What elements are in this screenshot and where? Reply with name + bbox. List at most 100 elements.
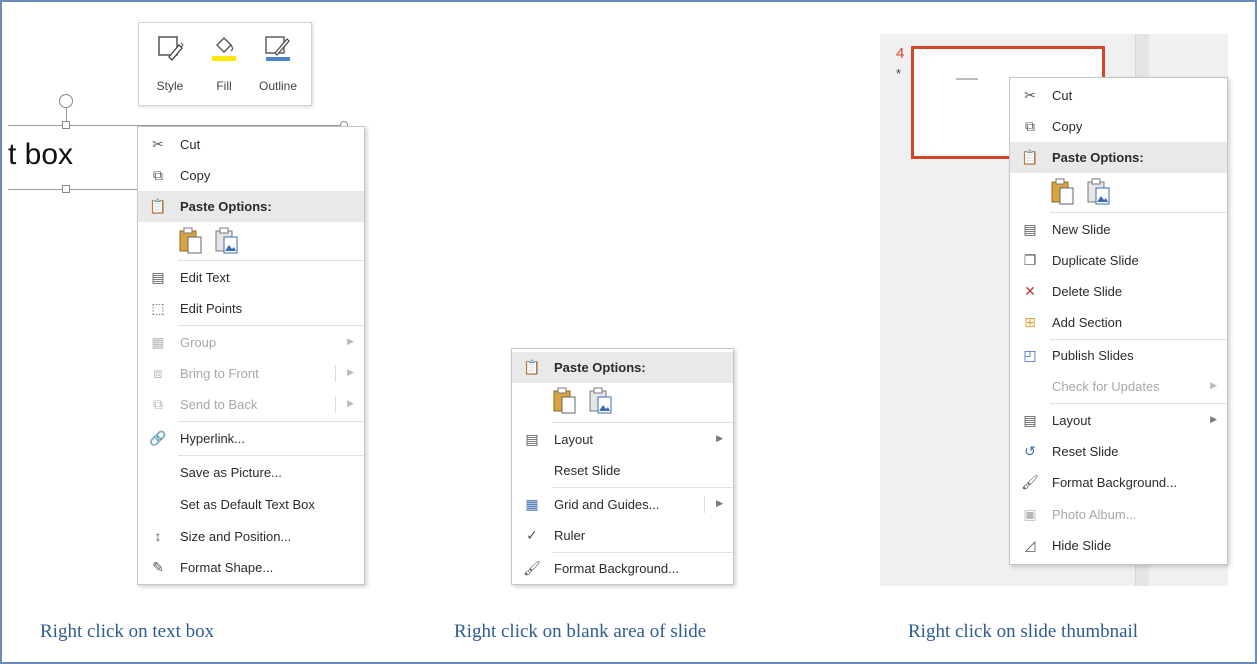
paste-picture-icon[interactable] xyxy=(1086,178,1112,206)
reset-slide-icon: ↺ xyxy=(1024,443,1036,459)
paste-options-header: 📋 Paste Options: xyxy=(512,352,733,383)
paste-picture-icon[interactable] xyxy=(588,387,614,415)
publish-slides-label: Publish Slides xyxy=(1052,348,1134,363)
split-divider xyxy=(335,396,336,413)
menu-item-cut[interactable]: ✂ Cut xyxy=(1010,80,1227,111)
clipboard-icon: 📋 xyxy=(1021,149,1039,165)
paste-options-label: Paste Options: xyxy=(180,199,272,214)
menu-item-send-to-back: ⧉ Send to Back ▶ xyxy=(138,389,364,420)
menu-item-delete-slide[interactable]: ✕ Delete Slide xyxy=(1010,276,1227,307)
submenu-arrow-icon: ▶ xyxy=(347,336,354,346)
style-button[interactable]: Style xyxy=(145,29,195,101)
menu-separator xyxy=(178,260,364,261)
size-position-label: Size and Position... xyxy=(180,529,292,544)
menu-separator xyxy=(178,421,364,422)
menu-item-hyperlink[interactable]: 🔗 Hyperlink... xyxy=(138,423,364,454)
paste-options-header: 📋 Paste Options: xyxy=(1010,142,1227,173)
fill-button[interactable]: Fill xyxy=(199,29,249,101)
resize-handle-top[interactable] xyxy=(62,121,70,129)
context-menu-thumbnail: ✂ Cut ⧉ Copy 📋 Paste Options: ▤ New Slid… xyxy=(1009,77,1228,565)
copy-icon: ⧉ xyxy=(1025,118,1035,134)
paste-options-header: 📋 Paste Options: xyxy=(138,191,364,222)
rotation-handle-icon[interactable] xyxy=(59,94,73,108)
copy-label: Copy xyxy=(180,168,211,183)
menu-item-set-default[interactable]: Set as Default Text Box xyxy=(138,489,364,520)
format-background-label: Format Background... xyxy=(554,561,679,576)
context-menu-textbox: ✂ Cut ⧉ Copy 📋 Paste Options: ▤ Edit Tex… xyxy=(137,126,365,585)
grid-guides-label: Grid and Guides... xyxy=(554,497,660,512)
paste-keep-source-icon[interactable] xyxy=(552,387,578,415)
paste-options-row xyxy=(1050,174,1118,214)
menu-item-layout[interactable]: ▤ Layout ▶ xyxy=(1010,405,1227,436)
outline-button[interactable]: Outline xyxy=(253,29,303,101)
check-updates-label: Check for Updates xyxy=(1052,379,1160,394)
menu-item-check-updates: Check for Updates ▶ xyxy=(1010,371,1227,402)
bring-to-front-label: Bring to Front xyxy=(180,366,259,381)
caption-textbox: Right click on text box xyxy=(40,621,215,642)
submenu-arrow-icon: ▶ xyxy=(347,398,354,408)
edit-text-label: Edit Text xyxy=(180,270,230,285)
menu-item-grid-guides[interactable]: ▦ Grid and Guides... ▶ xyxy=(512,489,733,520)
menu-item-copy[interactable]: ⧉ Copy xyxy=(1010,111,1227,142)
duplicate-slide-label: Duplicate Slide xyxy=(1052,253,1139,268)
menu-item-reset-slide[interactable]: Reset Slide xyxy=(512,455,733,486)
format-background-icon: 🖌 xyxy=(523,560,541,576)
fill-label: Fill xyxy=(216,79,232,93)
menu-item-new-slide[interactable]: ▤ New Slide xyxy=(1010,214,1227,245)
caption-blank-area: Right click on blank area of slide xyxy=(454,621,707,642)
paste-options-label: Paste Options: xyxy=(554,360,646,375)
submenu-arrow-icon: ▶ xyxy=(716,498,723,508)
photo-album-icon: ▣ xyxy=(1023,506,1037,522)
group-icon: ▦ xyxy=(151,334,165,350)
shape-style-icon xyxy=(158,36,184,61)
menu-item-layout[interactable]: ▤ Layout ▶ xyxy=(512,424,733,455)
resize-handle-bottom[interactable] xyxy=(62,185,70,193)
menu-item-reset-slide[interactable]: ↺ Reset Slide xyxy=(1010,436,1227,467)
style-label: Style xyxy=(156,79,184,93)
delete-slide-label: Delete Slide xyxy=(1052,284,1123,299)
scissors-icon: ✂ xyxy=(152,136,164,152)
reset-slide-label: Reset Slide xyxy=(554,463,621,478)
pen-outline-icon xyxy=(265,36,290,61)
menu-item-copy[interactable]: ⧉ Copy xyxy=(138,160,364,191)
add-section-label: Add Section xyxy=(1052,315,1123,330)
send-to-back-icon: ⧉ xyxy=(153,396,163,412)
menu-item-save-as-picture[interactable]: Save as Picture... xyxy=(138,457,364,488)
checkmark-icon: ✓ xyxy=(526,527,538,543)
menu-item-publish-slides[interactable]: ◰ Publish Slides xyxy=(1010,340,1227,371)
new-slide-label: New Slide xyxy=(1052,222,1111,237)
paste-keep-source-icon[interactable] xyxy=(1050,178,1076,206)
menu-item-group: ▦ Group ▶ xyxy=(138,327,364,358)
textbox-text[interactable]: t box xyxy=(8,138,73,172)
menu-separator xyxy=(178,455,364,456)
menu-item-format-background[interactable]: 🖌 Format Background... xyxy=(512,553,733,584)
menu-item-photo-album: ▣ Photo Album... xyxy=(1010,499,1227,530)
paste-keep-source-icon[interactable] xyxy=(178,227,204,255)
size-position-icon: ↕ xyxy=(154,528,162,544)
clipboard-icon: 📋 xyxy=(523,359,541,375)
cut-label: Cut xyxy=(1052,88,1073,103)
menu-item-format-shape[interactable]: ✎ Format Shape... xyxy=(138,552,364,583)
hyperlink-label: Hyperlink... xyxy=(180,431,246,446)
paste-picture-icon[interactable] xyxy=(214,227,240,255)
menu-item-add-section[interactable]: ⊞ Add Section xyxy=(1010,307,1227,338)
menu-separator xyxy=(178,325,364,326)
menu-item-edit-points[interactable]: ⬚ Edit Points xyxy=(138,293,364,324)
menu-item-hide-slide[interactable]: ◿ Hide Slide xyxy=(1010,530,1227,561)
clipboard-icon: 📋 xyxy=(149,198,167,214)
menu-item-cut[interactable]: ✂ Cut xyxy=(138,129,364,160)
paste-options-row xyxy=(178,223,246,263)
layout-label: Layout xyxy=(1052,413,1092,428)
submenu-arrow-icon: ▶ xyxy=(1210,414,1217,424)
menu-item-duplicate-slide[interactable]: ❐ Duplicate Slide xyxy=(1010,245,1227,276)
menu-item-format-background[interactable]: 🖌 Format Background... xyxy=(1010,467,1227,498)
layout-label: Layout xyxy=(554,432,594,447)
menu-item-edit-text[interactable]: ▤ Edit Text xyxy=(138,262,364,293)
scissors-icon: ✂ xyxy=(1024,87,1036,103)
menu-item-ruler[interactable]: ✓ Ruler xyxy=(512,520,733,551)
menu-item-size-position[interactable]: ↕ Size and Position... xyxy=(138,521,364,552)
menu-separator xyxy=(552,487,733,488)
grid-icon: ▦ xyxy=(525,496,539,512)
hyperlink-icon: 🔗 xyxy=(149,430,167,446)
bring-to-front-icon: ⧈ xyxy=(153,365,163,381)
